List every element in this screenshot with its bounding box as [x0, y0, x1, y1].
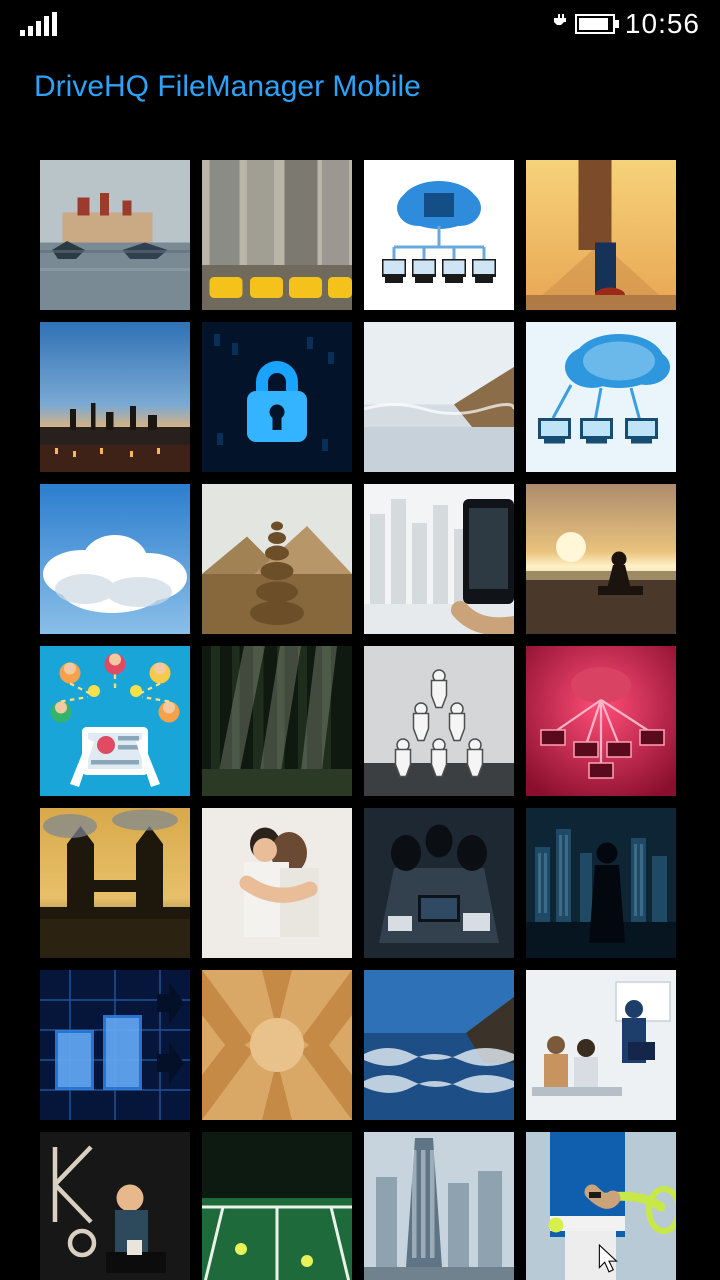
thumb-paper-people-pyramid[interactable] — [364, 646, 514, 796]
thumb-tennis-player[interactable] — [526, 1132, 676, 1280]
thumb-city-skyscraper[interactable] — [364, 1132, 514, 1280]
signal-icon — [20, 12, 57, 36]
thumb-coast-cliff[interactable] — [364, 322, 514, 472]
thumb-tennis-court[interactable] — [202, 1132, 352, 1280]
thumb-desert-cairn[interactable] — [202, 484, 352, 634]
thumb-digital-padlock[interactable] — [202, 322, 352, 472]
thumb-city-taxis[interactable] — [202, 160, 352, 310]
thumb-blue-servers-arrows[interactable] — [40, 970, 190, 1120]
app-header: DriveHQ FileManager Mobile — [34, 70, 686, 104]
thumb-man-silhouette-city[interactable] — [526, 808, 676, 958]
thumb-cloud-network[interactable] — [364, 160, 514, 310]
thumb-sky-clouds[interactable] — [40, 484, 190, 634]
thumb-presentation-group[interactable] — [526, 970, 676, 1120]
thumb-team-tablet-illustration[interactable] — [40, 646, 190, 796]
thumb-red-cloud-network[interactable] — [526, 646, 676, 796]
charger-icon — [551, 10, 569, 33]
thumb-beach-sunset-person[interactable] — [526, 484, 676, 634]
thumb-phone-city[interactable] — [364, 484, 514, 634]
thumb-skyline-dusk[interactable] — [40, 322, 190, 472]
thumb-ocean-waves[interactable] — [364, 970, 514, 1120]
app-title: DriveHQ FileManager Mobile — [34, 70, 686, 104]
thumb-cafe-man[interactable] — [40, 1132, 190, 1280]
thumb-couple-hug[interactable] — [202, 808, 352, 958]
status-bar: 10:56 — [0, 0, 720, 48]
thumb-cloud-devices[interactable] — [526, 322, 676, 472]
thumb-harbor-boats[interactable] — [40, 160, 190, 310]
thumb-runner-sunset[interactable] — [526, 160, 676, 310]
thumb-tower-bridge-sunset[interactable] — [40, 808, 190, 958]
status-clock: 10:56 — [625, 8, 700, 40]
thumb-hands-together[interactable] — [202, 970, 352, 1120]
battery-charging-icon — [575, 14, 615, 34]
thumb-forest-rays[interactable] — [202, 646, 352, 796]
thumb-business-meeting-topdown[interactable] — [364, 808, 514, 958]
photo-grid[interactable] — [40, 160, 680, 1280]
